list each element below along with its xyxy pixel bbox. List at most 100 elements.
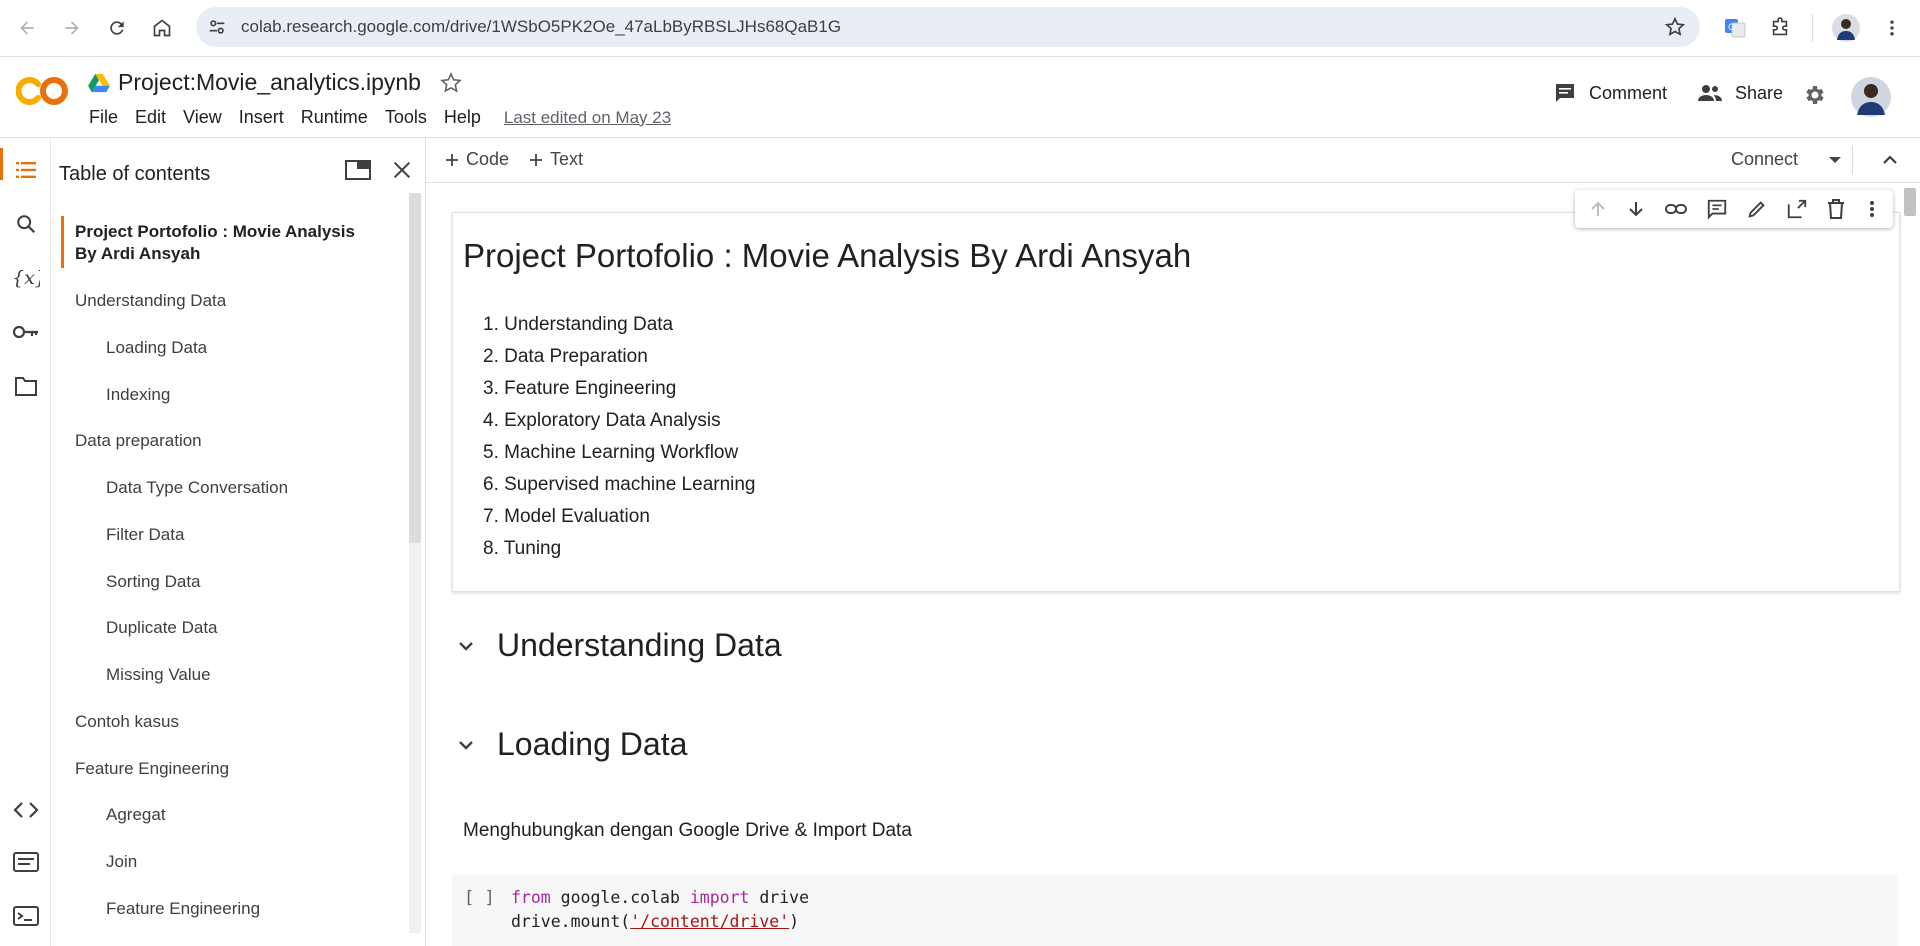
run-cell-button[interactable]: [ ] — [464, 888, 495, 908]
list-item: 4. Exploratory Data Analysis — [483, 410, 721, 431]
add-text-label: Text — [550, 149, 584, 169]
section-understanding-data: Understanding Data — [452, 627, 782, 664]
connect-button[interactable]: Connect — [1731, 149, 1842, 170]
connect-label: Connect — [1731, 149, 1799, 169]
code-text: drive.mount( — [511, 912, 631, 931]
menu-file[interactable]: File — [89, 107, 118, 128]
section-title: Understanding Data — [497, 627, 782, 663]
collapse-section-button[interactable] — [457, 736, 475, 754]
forward-button[interactable] — [56, 12, 88, 44]
reload-button[interactable] — [101, 12, 133, 44]
toc-item[interactable]: Data preparation — [75, 431, 202, 451]
toc-item[interactable]: Data Type Conversation — [106, 478, 288, 498]
delete-icon[interactable] — [1826, 198, 1846, 220]
settings-button[interactable] — [1802, 83, 1826, 107]
open-in-tab-icon[interactable] — [345, 158, 371, 182]
menu-tools[interactable]: Tools — [385, 107, 427, 128]
variables-icon[interactable]: {x} — [12, 264, 40, 292]
address-bar[interactable]: colab.research.google.com/drive/1WSbO5PK… — [196, 7, 1700, 47]
search-icon[interactable] — [12, 210, 40, 238]
url-text[interactable]: colab.research.google.com/drive/1WSbO5PK… — [241, 7, 841, 47]
list-item: 7. Model Evaluation — [483, 506, 650, 527]
reload-icon — [110, 21, 124, 35]
home-button[interactable] — [146, 12, 178, 44]
terminal-icon[interactable] — [12, 902, 40, 930]
dropdown-arrow-icon[interactable] — [1828, 155, 1842, 165]
folder-icon[interactable] — [12, 372, 40, 400]
svg-text:{x}: {x} — [12, 267, 40, 289]
chevron-down-icon — [459, 641, 473, 651]
toc-item[interactable]: Duplicate Data — [106, 618, 218, 638]
toc-item[interactable]: Agregat — [106, 805, 166, 825]
code-string: '/content/drive' — [630, 912, 790, 931]
menu-edit[interactable]: Edit — [135, 107, 166, 128]
code-line-1[interactable]: from google.colab import drive — [511, 888, 809, 907]
menu-help[interactable]: Help — [444, 107, 481, 128]
toolbar-divider — [1812, 14, 1813, 42]
add-comment-icon[interactable] — [1706, 198, 1728, 220]
extensions-button[interactable] — [1764, 12, 1796, 44]
section-loading-data: Loading Data — [452, 726, 687, 763]
code-line-2[interactable]: drive.mount('/content/drive') — [511, 912, 799, 931]
toc-item[interactable]: Filter Data — [106, 525, 184, 545]
profile-avatar[interactable] — [1830, 12, 1862, 44]
toc-panel: Table of contents Project Portofolio : M… — [51, 138, 426, 946]
command-palette-icon[interactable] — [12, 848, 40, 876]
share-label: Share — [1735, 82, 1784, 103]
toc-item[interactable]: Missing Value — [106, 665, 211, 685]
toc-item[interactable]: Join — [106, 852, 137, 872]
link-icon[interactable] — [1664, 199, 1688, 219]
text-cell[interactable]: Project Portofolio : Movie Analysis By A… — [452, 212, 1900, 592]
colab-header: Project:Movie_analytics.ipynb File Edit … — [0, 57, 1920, 138]
notebook-scrollbar[interactable] — [1904, 188, 1916, 216]
toc-item[interactable]: Contoh kasus — [75, 712, 179, 732]
toc-item[interactable]: Indexing — [106, 385, 170, 405]
toc-icon[interactable] — [12, 156, 40, 184]
comment-button[interactable]: Comment — [1553, 81, 1667, 105]
last-edited-link[interactable]: Last edited on May 23 — [504, 108, 671, 128]
share-button[interactable]: Share — [1697, 81, 1783, 105]
back-button[interactable] — [11, 12, 43, 44]
chevron-down-icon — [459, 740, 473, 750]
home-icon — [153, 19, 171, 37]
toc-item[interactable]: Feature Engineering — [106, 899, 260, 919]
bookmark-star-icon[interactable] — [1664, 16, 1686, 38]
more-options-icon[interactable] — [1864, 199, 1880, 219]
edit-pencil-icon[interactable] — [1746, 198, 1768, 220]
toc-item-active[interactable]: Project Portofolio : Movie Analysis By A… — [75, 221, 375, 265]
toc-item[interactable]: Loading Data — [106, 338, 207, 358]
code-cell[interactable]: [ ] from google.colab import drive drive… — [452, 874, 1898, 946]
menu-bar: File Edit View Insert Runtime Tools Help… — [89, 107, 671, 128]
colab-logo[interactable] — [16, 76, 70, 106]
cell-toolbar — [1575, 190, 1893, 228]
section-title: Loading Data — [497, 726, 688, 762]
toc-item[interactable]: Feature Engineering — [75, 759, 229, 779]
code-snippets-icon[interactable] — [12, 796, 40, 824]
add-text-button[interactable]: Text — [528, 149, 583, 170]
toc-item[interactable]: Understanding Data — [75, 291, 226, 311]
browser-menu-button[interactable] — [1876, 12, 1908, 44]
toc-item[interactable]: Sorting Data — [106, 572, 201, 592]
add-code-button[interactable]: Code — [444, 149, 509, 170]
close-icon[interactable] — [391, 159, 413, 181]
list-item: 3. Feature Engineering — [483, 378, 677, 399]
account-avatar[interactable] — [1851, 77, 1891, 117]
collapse-section-button[interactable] — [457, 637, 475, 655]
menu-insert[interactable]: Insert — [239, 107, 284, 128]
menu-runtime[interactable]: Runtime — [301, 107, 368, 128]
mirror-cell-icon[interactable] — [1786, 198, 1808, 220]
arrow-left-icon — [20, 21, 34, 35]
site-info-icon[interactable] — [206, 16, 228, 38]
translate-extension-button[interactable]: G — [1719, 12, 1751, 44]
menu-view[interactable]: View — [183, 107, 222, 128]
key-icon[interactable] — [12, 318, 40, 346]
browser-toolbar: colab.research.google.com/drive/1WSbO5PK… — [0, 0, 1920, 57]
star-icon[interactable] — [439, 71, 463, 95]
notebook-title[interactable]: Project:Movie_analytics.ipynb — [118, 69, 421, 96]
toc-active-indicator — [61, 216, 64, 268]
notebook-heading: Project Portofolio : Movie Analysis By A… — [463, 237, 1192, 274]
collapse-header-button[interactable] — [1880, 150, 1900, 170]
move-down-icon[interactable] — [1626, 199, 1646, 219]
toc-scrollbar-thumb[interactable] — [409, 193, 421, 543]
move-up-icon[interactable] — [1588, 199, 1608, 219]
